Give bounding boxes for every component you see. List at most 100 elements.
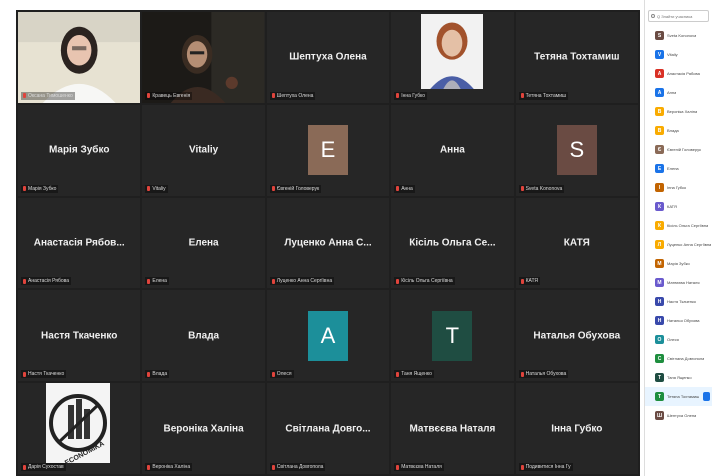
participant-tile[interactable]: A Олеся — [266, 290, 390, 382]
svg-text:ECONOMIKA: ECONOMIKA — [64, 441, 106, 464]
participant-avatar: Л — [655, 240, 664, 249]
participant-tile[interactable]: Елена Елена — [142, 197, 265, 289]
participant-tile[interactable]: Влада Влада — [142, 290, 265, 382]
participant-avatar: О — [655, 335, 664, 344]
tile-name-label: Марія Зубко — [21, 184, 59, 193]
participant-list-item[interactable]: Е Елена — [645, 159, 712, 178]
tile-name-text: КАТЯ — [525, 278, 539, 285]
participant-name: Анастасія Рябова — [667, 71, 700, 76]
participant-name: Олеся — [667, 337, 679, 342]
participant-tile[interactable]: S Sveta Kononova — [515, 104, 638, 196]
tile-name-label: Влада — [145, 370, 170, 379]
participant-avatar: В — [655, 107, 664, 116]
tile-name-label: Євгеній Головерук — [269, 184, 322, 193]
participant-tile[interactable]: Тетяна Тохтамиш Тетяна Тохтамиш — [515, 12, 638, 103]
participant-list-item[interactable]: В Влада — [645, 121, 712, 140]
participant-tile[interactable]: Інна Губко — [391, 12, 514, 103]
tile-name-label: КАТЯ — [518, 277, 541, 286]
participant-tile[interactable]: Матвєєва Наталя Матвєєва Наталя — [391, 383, 514, 474]
participant-list-item[interactable]: Т Таня Ященко — [645, 368, 712, 387]
participant-avatar: Є — [655, 145, 664, 154]
tile-name-text: Настя Ткаченко — [28, 371, 65, 378]
participant-tile[interactable]: Світлана Довго... Світлана Довгопола — [266, 383, 390, 474]
participant-list-item[interactable]: І Інна Губко — [645, 178, 712, 197]
participant-list-item[interactable]: V Vitaliy — [645, 45, 712, 64]
participant-list-item[interactable]: Є Євгеній Головерук — [645, 140, 712, 159]
tile-name-text: Вероніка Халіна — [152, 464, 191, 470]
participant-list-item[interactable]: Л Луценко Анна Сергіївна — [645, 235, 712, 254]
participant-name: КАТЯ — [667, 204, 677, 209]
participant-tile[interactable]: Анастасія Рябов... Анастасія Рябова — [18, 197, 141, 289]
tile-name-label: Вероніка Халіна — [145, 463, 193, 471]
participant-name: Наталья Обухова — [667, 318, 700, 323]
participant-list-item[interactable]: Ш Шептуха Олена — [645, 406, 712, 425]
participant-tile[interactable]: Інна Губко Подивитися Інна Гу — [515, 383, 638, 474]
tile-name-label: Настя Ткаченко — [21, 370, 67, 379]
participant-list-item[interactable]: Н Наталья Обухова — [645, 311, 712, 330]
letter-avatar: E — [307, 125, 348, 176]
participant-tile[interactable]: Луценко Анна С... Луценко Анна Сергіївна — [266, 197, 390, 289]
letter-avatar: S — [556, 125, 597, 176]
participant-tile[interactable]: Вероніка Халіна Вероніка Халіна — [142, 383, 265, 474]
tile-name-text: Шептуха Олена — [276, 92, 314, 99]
muted-mic-icon — [396, 464, 400, 470]
tile-display-name: Шептуха Олена — [289, 51, 367, 63]
participant-tile[interactable]: Настя Ткаченко Настя Ткаченко — [18, 290, 141, 382]
participant-avatar: Н — [655, 316, 664, 325]
participant-tile[interactable]: E Євгеній Головерук — [266, 104, 390, 196]
participant-tile[interactable]: T Таня Ященко — [391, 290, 514, 382]
participant-list-item[interactable]: К КАТЯ — [645, 197, 712, 216]
participant-tile[interactable]: Vitaliy Vitaliy — [142, 104, 265, 196]
participant-list-item[interactable]: S Sveta Kononova — [645, 26, 712, 45]
video-grid: Оксана Тимошенко Кравець Евгенія Шептуха О… — [16, 10, 640, 476]
meeting-window: Оксана Тимошенко Кравець Евгенія Шептуха О… — [0, 0, 712, 476]
participant-list-item[interactable]: М Матвєєва Наталя — [645, 273, 712, 292]
participant-tile[interactable]: Анна Анна — [391, 104, 514, 196]
search-input[interactable] — [657, 13, 709, 19]
participant-list-item[interactable]: А Анастасія Рябова — [645, 64, 712, 83]
muted-mic-icon — [271, 371, 275, 377]
tile-name-text: Таня Ященко — [401, 371, 432, 378]
participant-name: Тетяна Тохтамиш — [667, 394, 700, 399]
participant-tile[interactable]: Кісіль Ольга Се... Кісіль Ольга Сергіївна — [391, 197, 514, 289]
participant-tile[interactable]: Наталья Обухова Наталья Обухова — [515, 290, 638, 382]
participant-list-item[interactable]: А Анна — [645, 83, 712, 102]
participant-avatar: С — [655, 354, 664, 363]
tile-name-label: Анастасія Рябова — [21, 277, 72, 286]
tile-name-label: Кісіль Ольга Сергіївна — [394, 277, 455, 286]
muted-mic-icon — [520, 186, 524, 192]
participant-list: S Sveta Kononova V Vitaliy А Анастасія Рябова… — [645, 26, 712, 425]
tile-display-name: Світлана Довго... — [285, 423, 371, 435]
tile-name-text: Тетяна Тохтамиш — [525, 92, 566, 99]
tile-name-label: Vitaliy — [145, 184, 168, 193]
participant-list-item[interactable]: О Олеся — [645, 330, 712, 349]
participant-list-item[interactable]: Т Тетяна Тохтамиш — [645, 387, 712, 406]
letter-avatar: T — [432, 310, 473, 361]
participant-tile[interactable]: ECONOMIKA Дарія Сухостав — [18, 383, 141, 474]
tile-name-label: Оксана Тимошенко — [21, 91, 75, 100]
participant-list-item[interactable]: С Світлана Довгопола — [645, 349, 712, 368]
participant-search[interactable] — [648, 10, 709, 22]
participant-list-item[interactable]: В Вероніка Халіна — [645, 102, 712, 121]
participant-tile[interactable]: Шептуха Олена Шептуха Олена — [266, 12, 390, 103]
participant-list-item[interactable]: Н Настя Ткаченко — [645, 292, 712, 311]
muted-mic-icon — [396, 186, 400, 192]
participant-name: Настя Ткаченко — [667, 299, 697, 304]
letter-avatar: A — [307, 310, 348, 361]
muted-mic-icon — [23, 464, 26, 470]
participant-tile[interactable]: Марія Зубко Марія Зубко — [18, 104, 141, 196]
tile-name-text: Євгеній Головерук — [276, 185, 320, 192]
participant-tile[interactable]: Оксана Тимошенко — [18, 12, 141, 103]
participant-avatar: К — [655, 202, 664, 211]
participant-tile[interactable]: Кравець Евгенія — [142, 12, 265, 103]
participant-name: Євгеній Головерук — [667, 147, 701, 152]
participant-list-item[interactable]: К Кісіль Ольга Сергіївна — [645, 216, 712, 235]
participant-avatar: Т — [655, 373, 664, 382]
tile-name-label: Шептуха Олена — [269, 91, 316, 100]
participant-avatar: V — [655, 50, 664, 59]
tile-name-text: Оксана Тимошенко — [28, 92, 73, 99]
participants-panel: SSveta KononovaVVitaliyААнастасія Рябова… — [644, 0, 712, 476]
participant-list-item[interactable]: М Марія Зубко — [645, 254, 712, 273]
tile-display-name: Влада — [188, 330, 220, 342]
participant-tile[interactable]: КАТЯ КАТЯ — [515, 197, 638, 289]
